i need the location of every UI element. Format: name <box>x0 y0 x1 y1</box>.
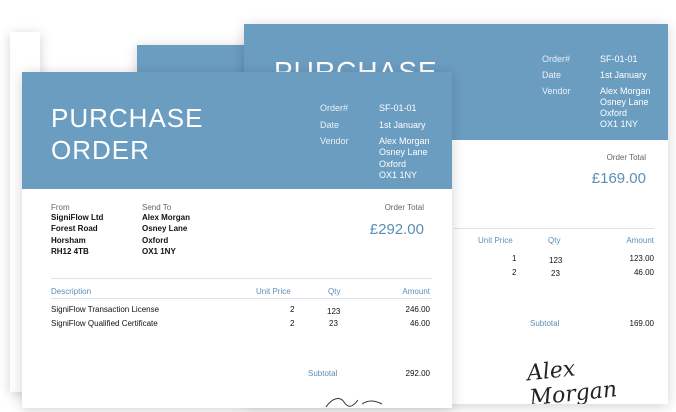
back-col-amount: Amount <box>626 236 654 245</box>
row-amount: 46.00 <box>409 319 430 328</box>
front-vendor-line: Oxford <box>379 159 407 169</box>
col-amount: Amount <box>402 287 430 296</box>
back-subtotal: 169.00 <box>629 319 654 328</box>
back-vendor-line: OX1 1NY <box>600 119 639 129</box>
back-row-amount: 46.00 <box>633 268 654 277</box>
send-to-line: Osney Lane <box>142 224 188 233</box>
back-date-label: Date <box>542 70 562 80</box>
back-row-qty: 23 <box>551 269 560 278</box>
front-title-line1: PURCHASE <box>51 103 204 133</box>
back-vendor-label: Vendor <box>542 86 571 96</box>
back-vendor-line: Oxford <box>600 108 628 118</box>
back-vendor-line: Osney Lane <box>600 97 649 107</box>
front-order-no-label: Order# <box>320 103 349 113</box>
back-subtotal-label: Subtotal <box>530 319 560 328</box>
send-to-label: Send To <box>142 203 172 212</box>
back-order-no: SF-01-01 <box>600 54 638 64</box>
back-order-total: £169.00 <box>591 170 646 187</box>
row-qty: 123 <box>327 307 341 316</box>
front-table-rule <box>51 278 432 279</box>
col-qty: Qty <box>328 287 341 296</box>
row-unit-price: 2 <box>290 305 295 314</box>
front-vendor-label: Vendor <box>320 136 349 146</box>
front-vendor-line: Osney Lane <box>379 147 428 157</box>
front-header-rule <box>51 298 432 299</box>
back-col-unit-price: Unit Price <box>478 236 513 245</box>
row-amount: 246.00 <box>405 305 430 314</box>
subtotal: 292.00 <box>405 369 430 378</box>
back-order-total-label: Order Total <box>606 153 646 162</box>
back-vendor-line: Alex Morgan <box>600 86 651 96</box>
front-order-no: SF-01-01 <box>379 103 417 113</box>
row-unit-price: 2 <box>290 319 295 328</box>
from-label: From <box>51 203 70 212</box>
front-purchase-order: PURCHASE ORDER Order# SF-01-01 Date 1st … <box>22 72 452 408</box>
signature: Alex Morgan <box>525 356 619 404</box>
col-description: Description <box>51 287 92 296</box>
back-col-qty: Qty <box>548 236 561 245</box>
from-line: SigniFlow Ltd <box>51 213 104 222</box>
from-line: Horsham <box>51 236 86 245</box>
row-qty: 23 <box>329 319 338 328</box>
front-date: 1st January <box>379 120 426 130</box>
row-description: SigniFlow Transaction License <box>51 305 160 314</box>
subtotal-label: Subtotal <box>308 369 338 378</box>
front-vendor-line: Alex Morgan <box>379 136 430 146</box>
col-unit-price: Unit Price <box>256 287 291 296</box>
front-order-total-label: Order Total <box>384 203 424 212</box>
row-description: SigniFlow Qualified Certificate <box>51 319 158 328</box>
back-row-amount: 123.00 <box>629 254 654 263</box>
front-vendor-line: OX1 1NY <box>379 170 418 180</box>
back-row-qty: 123 <box>549 256 563 265</box>
front-order-total: £292.00 <box>369 221 424 238</box>
from-line: RH12 4TB <box>51 247 89 256</box>
front-title-line2: ORDER <box>51 135 150 165</box>
back-row-unit-price: 2 <box>512 268 517 277</box>
back-order-no-label: Order# <box>542 54 571 64</box>
back-date: 1st January <box>600 70 647 80</box>
front-date-label: Date <box>320 120 340 130</box>
partial-signature-graphic <box>325 398 383 408</box>
send-to-line: OX1 1NY <box>142 247 176 256</box>
back-rule <box>454 228 654 229</box>
send-to-line: Oxford <box>142 236 169 245</box>
back-row-unit-price: 1 <box>512 254 517 263</box>
from-line: Forest Road <box>51 224 98 233</box>
send-to-line: Alex Morgan <box>142 213 191 222</box>
